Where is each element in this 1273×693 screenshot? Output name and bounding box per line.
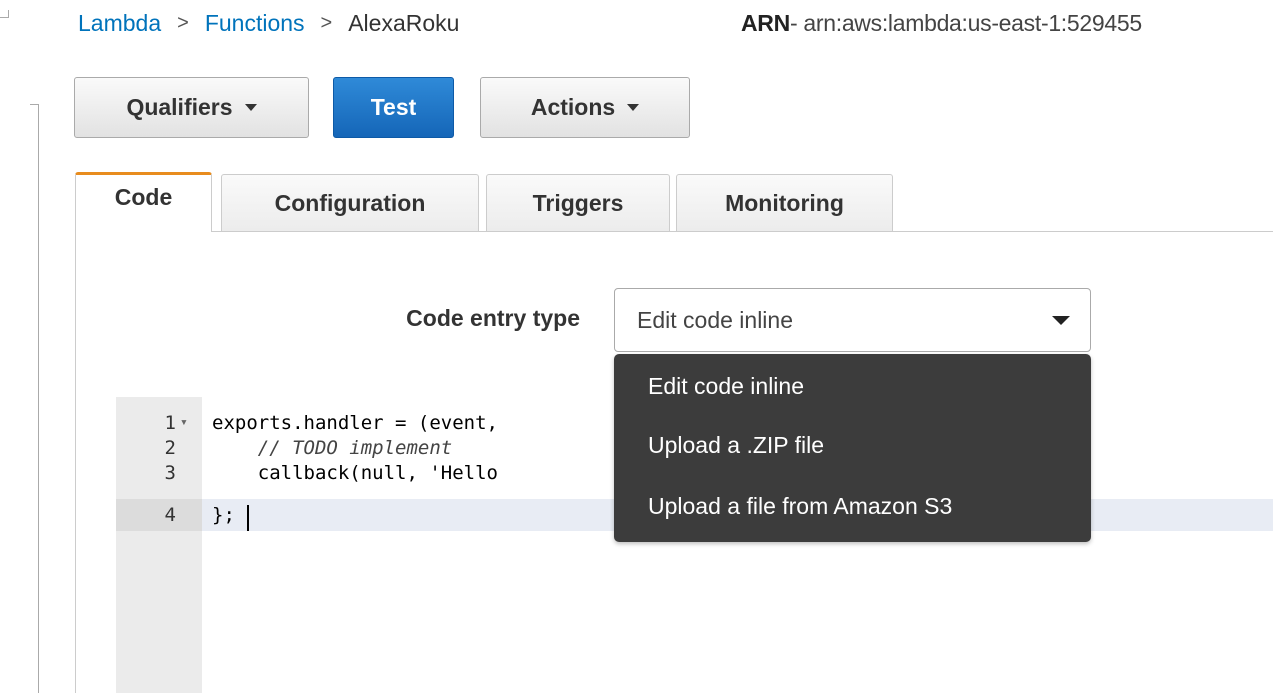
code-line[interactable]: exports.handler = (event, bbox=[212, 410, 498, 436]
breadcrumb-current-function: AlexaRoku bbox=[348, 9, 460, 36]
line-number: 2 bbox=[164, 437, 176, 459]
fold-arrow-icon[interactable]: ▾ bbox=[180, 410, 188, 436]
arn-label: ARN bbox=[741, 9, 790, 36]
test-button[interactable]: Test bbox=[333, 77, 454, 138]
breadcrumb-functions-link[interactable]: Functions bbox=[205, 10, 305, 37]
actions-button[interactable]: Actions bbox=[480, 77, 690, 138]
menu-item-edit-inline[interactable]: Edit code inline bbox=[648, 373, 804, 400]
tab-configuration-label: Configuration bbox=[274, 189, 426, 216]
tab-code-label: Code bbox=[114, 184, 173, 210]
breadcrumb-separator: > bbox=[320, 11, 333, 34]
menu-item-upload-s3[interactable]: Upload a file from Amazon S3 bbox=[648, 493, 952, 520]
actions-button-label: Actions bbox=[530, 94, 616, 120]
caret-down-icon bbox=[1052, 316, 1070, 325]
qualifiers-button[interactable]: Qualifiers bbox=[74, 77, 309, 138]
caret-down-icon bbox=[244, 104, 257, 111]
breadcrumb: Lambda > Functions > AlexaRoku bbox=[78, 8, 459, 38]
line-number: 3 bbox=[164, 462, 176, 484]
tab-triggers-label: Triggers bbox=[532, 189, 624, 216]
breadcrumb-separator: > bbox=[177, 11, 189, 34]
tab-configuration[interactable]: Configuration bbox=[221, 174, 479, 231]
caret-down-icon bbox=[627, 104, 640, 111]
test-button-label: Test bbox=[370, 94, 417, 120]
code-entry-type-menu: Edit code inline Upload a .ZIP file Uplo… bbox=[614, 354, 1091, 542]
edge-mark-side bbox=[38, 104, 39, 693]
code-entry-type-selected-value: Edit code inline bbox=[637, 306, 793, 333]
edge-mark-top-tick bbox=[0, 17, 9, 18]
edge-mark-side-tick bbox=[30, 104, 39, 105]
tab-monitoring-label: Monitoring bbox=[725, 189, 844, 216]
code-line[interactable]: callback(null, 'Hello bbox=[212, 460, 498, 486]
text-cursor bbox=[247, 505, 249, 531]
tab-panel-border bbox=[75, 231, 76, 693]
line-number: 1 bbox=[164, 412, 176, 434]
tab-bar-baseline bbox=[212, 231, 1273, 232]
tab-triggers[interactable]: Triggers bbox=[486, 174, 670, 231]
code-line-comment[interactable]: // TODO implement bbox=[212, 435, 452, 461]
qualifiers-button-label: Qualifiers bbox=[126, 94, 233, 120]
arn-value: - arn:aws:lambda:us-east-1:529455 bbox=[789, 9, 1142, 36]
tab-monitoring[interactable]: Monitoring bbox=[676, 174, 893, 231]
menu-item-upload-zip[interactable]: Upload a .ZIP file bbox=[648, 432, 824, 459]
code-entry-type-select[interactable]: Edit code inline bbox=[614, 288, 1091, 352]
code-line[interactable]: }; bbox=[212, 502, 235, 528]
function-arn: ARN - arn:aws:lambda:us-east-1:529455 bbox=[741, 8, 1273, 38]
tab-code[interactable]: Code bbox=[75, 172, 212, 232]
line-number: 4 bbox=[164, 504, 176, 526]
breadcrumb-lambda-link[interactable]: Lambda bbox=[78, 10, 161, 37]
code-entry-type-label: Code entry type bbox=[406, 305, 580, 331]
